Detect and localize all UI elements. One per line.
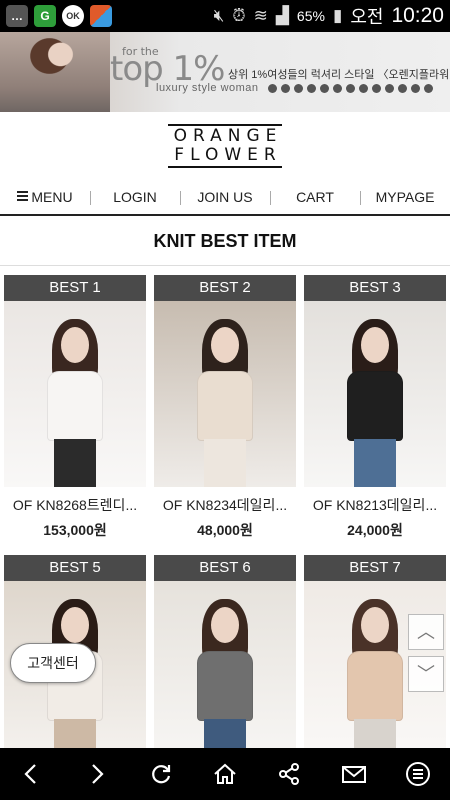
- product-name[interactable]: OF KN8213데일리...: [304, 495, 446, 515]
- login-link[interactable]: LOGIN: [90, 189, 180, 205]
- customer-center-button[interactable]: 고객센터: [10, 643, 96, 683]
- logo-line-1: ORANGE: [167, 124, 283, 146]
- ok-cashbag-icon: OK: [62, 5, 84, 27]
- main-nav: MENU LOGIN JOIN US CART MYPAGE: [0, 180, 450, 216]
- logo-line-2: FLOWER: [168, 146, 282, 168]
- back-icon[interactable]: [12, 754, 52, 794]
- signal-icon: ▟: [275, 6, 289, 25]
- model-figure: [30, 301, 120, 487]
- site-logo[interactable]: ORANGE FLOWER: [0, 124, 450, 168]
- product-card[interactable]: BEST 6: [154, 555, 296, 767]
- mute-icon: 🔇︎: [213, 6, 225, 25]
- product-image[interactable]: [304, 301, 446, 487]
- product-image[interactable]: [154, 301, 296, 487]
- banner-korean-text: 상위 1%여성들의 럭셔리 스타일 〈오렌지플라워〉: [228, 69, 450, 81]
- am-pm: 오전: [350, 7, 384, 27]
- product-name[interactable]: OF KN8234데일리...: [154, 495, 296, 515]
- model-figure: [330, 581, 420, 767]
- promo-banner[interactable]: for the top 1% 상위 1%여성들의 럭셔리 스타일 〈오렌지플라워…: [0, 32, 450, 112]
- mail-icon[interactable]: [334, 754, 374, 794]
- product-price: 48,000원: [197, 522, 253, 538]
- product-card[interactable]: BEST 2 OF KN8234데일리... 48,000원: [154, 275, 296, 540]
- menu-icon[interactable]: [398, 754, 438, 794]
- forward-icon[interactable]: [76, 754, 116, 794]
- product-card[interactable]: BEST 1 OF KN8268트렌디... 153,000원: [4, 275, 146, 540]
- message-icon: …: [6, 5, 28, 27]
- scroll-up-button[interactable]: ︿: [408, 614, 444, 650]
- best-badge: BEST 6: [154, 555, 296, 581]
- browser-bottom-bar: [0, 748, 450, 800]
- scroll-down-button[interactable]: ﹀: [408, 656, 444, 692]
- home-app-icon: [90, 5, 112, 27]
- green-g-icon: G: [34, 5, 56, 27]
- best-badge: BEST 2: [154, 275, 296, 301]
- product-name[interactable]: OF KN8268트렌디...: [4, 495, 146, 515]
- menu-label: MENU: [31, 189, 73, 205]
- banner-model-image: [0, 32, 110, 112]
- battery-icon: ▮: [332, 6, 343, 25]
- status-bar: … G OK 🔇︎ ⏰︎ ≋ ▟ 65% ▮ 오전 10:20: [0, 0, 450, 32]
- best-badge: BEST 3: [304, 275, 446, 301]
- status-apps: … G OK: [6, 5, 112, 27]
- hamburger-icon: [17, 189, 29, 203]
- model-figure: [330, 301, 420, 487]
- banner-subtitle: luxury style woman: [156, 82, 259, 94]
- best-badge: BEST 5: [4, 555, 146, 581]
- clock: 10:20: [391, 4, 444, 27]
- best-badge: BEST 7: [304, 555, 446, 581]
- best-badge: BEST 1: [4, 275, 146, 301]
- product-card[interactable]: BEST 3 OF KN8213데일리... 24,000원: [304, 275, 446, 540]
- product-image[interactable]: [154, 581, 296, 767]
- wifi-icon: ≋: [253, 6, 268, 25]
- model-figure: [180, 301, 270, 487]
- home-icon[interactable]: [205, 754, 245, 794]
- join-link[interactable]: JOIN US: [180, 189, 270, 205]
- menu-button[interactable]: MENU: [0, 189, 90, 205]
- mypage-link[interactable]: MYPAGE: [360, 189, 450, 205]
- battery-level: 65%: [296, 8, 325, 24]
- alarm-icon: ⏰︎: [232, 6, 246, 25]
- cart-link[interactable]: CART: [270, 189, 360, 205]
- product-price: 153,000원: [43, 522, 107, 538]
- banner-dots: [268, 84, 433, 93]
- product-price: 24,000원: [347, 522, 403, 538]
- refresh-icon[interactable]: [141, 754, 181, 794]
- share-icon[interactable]: [269, 754, 309, 794]
- product-image[interactable]: [4, 301, 146, 487]
- model-figure: [180, 581, 270, 767]
- section-title: KNIT BEST ITEM: [0, 216, 450, 266]
